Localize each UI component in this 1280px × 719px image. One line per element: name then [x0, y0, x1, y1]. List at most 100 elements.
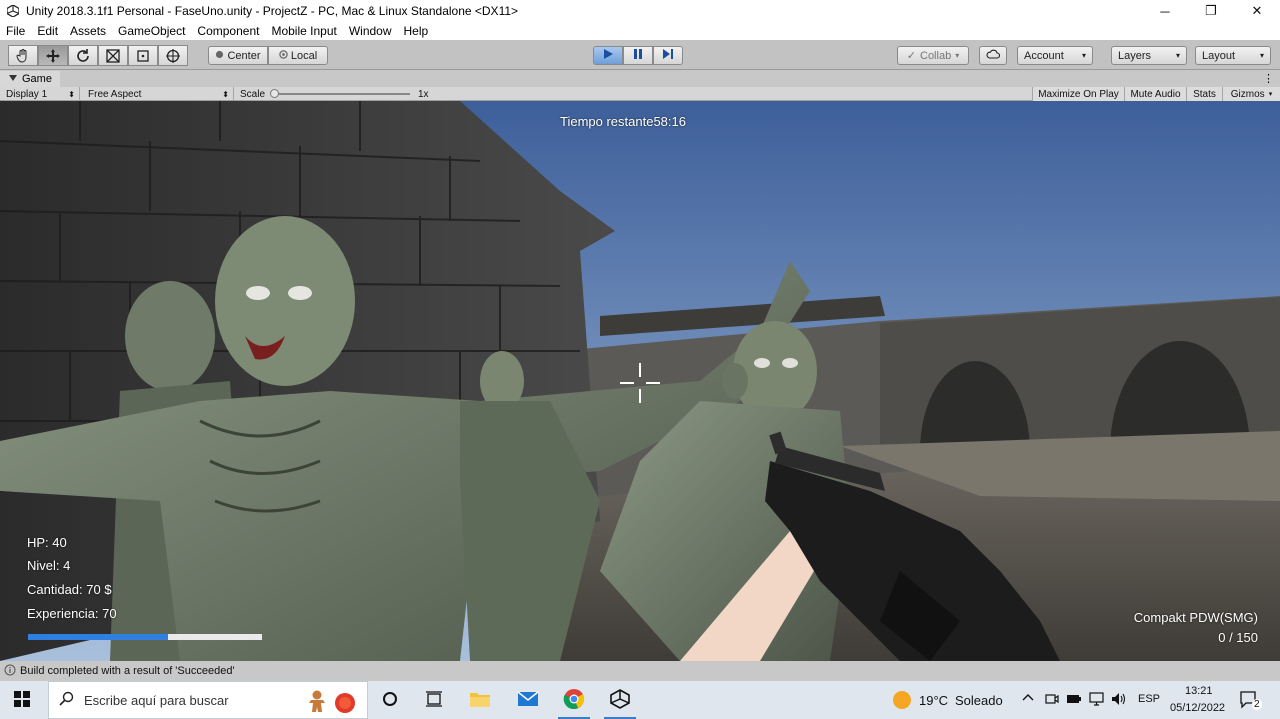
start-button[interactable] — [0, 681, 44, 719]
tab-game[interactable]: Game — [0, 71, 60, 87]
rotate-tool-icon[interactable] — [68, 45, 98, 66]
display-label: Display 1 — [6, 88, 48, 100]
pivot-center-button[interactable]: Center — [208, 46, 268, 65]
status-message: Build completed with a result of 'Succee… — [20, 665, 235, 677]
taskbar-file-explorer[interactable] — [458, 681, 502, 719]
collab-check-icon: ✓ — [906, 50, 916, 62]
info-icon — [4, 664, 16, 679]
pivot-local-icon — [279, 49, 288, 62]
menu-bar: File Edit Assets GameObject Component Mo… — [0, 22, 1280, 40]
menu-mobile-input[interactable]: Mobile Input — [265, 24, 342, 38]
scale-slider-handle[interactable] — [270, 89, 279, 98]
network-icon[interactable] — [1089, 692, 1105, 709]
menu-window[interactable]: Window — [343, 24, 398, 38]
cloud-icon — [986, 49, 1001, 62]
move-tool-icon[interactable] — [38, 45, 68, 66]
menu-gameobject[interactable]: GameObject — [112, 24, 191, 38]
windows-taskbar: Escribe aquí para buscar 19°C Soleado ES… — [0, 681, 1280, 719]
taskbar-unity[interactable] — [598, 681, 642, 719]
account-dropdown[interactable]: Account ▾ — [1017, 46, 1093, 65]
chevron-down-icon: ▾ — [1175, 51, 1180, 60]
step-button[interactable] — [653, 46, 683, 65]
battery-icon[interactable] — [1066, 693, 1082, 708]
rect-tool-icon[interactable] — [128, 45, 158, 66]
panel-menu-icon[interactable]: ⋮ — [1263, 72, 1274, 85]
game-panel-tabbar: Game ⋮ — [0, 71, 1280, 87]
taskbar-mail[interactable] — [506, 681, 550, 719]
gizmos-dropdown[interactable]: Gizmos ▾ — [1222, 87, 1280, 101]
account-label: Account — [1024, 49, 1064, 62]
menu-file[interactable]: File — [0, 24, 31, 38]
window-titlebar: Unity 2018.3.1f1 Personal - FaseUno.unit… — [0, 0, 1280, 22]
console-status-bar[interactable]: Build completed with a result of 'Succee… — [0, 661, 1280, 681]
gizmos-label: Gizmos — [1230, 88, 1265, 100]
tab-game-label: Game — [22, 73, 52, 85]
clock-date[interactable]: 05/12/2022 — [1170, 702, 1225, 714]
chevron-down-icon: ▾ — [955, 51, 960, 60]
stats-label: Stats — [1193, 88, 1216, 100]
weather-description[interactable]: Soleado — [955, 693, 1003, 708]
play-button[interactable] — [593, 46, 623, 65]
experience-text: Experiencia: 70 — [27, 606, 117, 621]
pause-button[interactable] — [623, 46, 653, 65]
folder-icon — [469, 690, 491, 711]
menu-edit[interactable]: Edit — [31, 24, 64, 38]
stats-toggle[interactable]: Stats — [1186, 87, 1222, 101]
gingerbread-icon — [305, 689, 329, 716]
transform-tools — [8, 45, 188, 66]
meet-now-icon[interactable] — [1045, 692, 1059, 709]
layers-label: Layers — [1118, 49, 1152, 62]
menu-component[interactable]: Component — [191, 24, 265, 38]
pivot-center-label: Center — [227, 49, 261, 62]
taskbar-chrome[interactable] — [552, 681, 596, 719]
cortana-circle-icon — [382, 691, 398, 710]
close-button[interactable]: ✕ — [1234, 0, 1280, 22]
cortana-button[interactable] — [368, 681, 412, 719]
scale-tool-icon[interactable] — [98, 45, 128, 66]
collab-dropdown[interactable]: ✓ Collab ▾ — [897, 46, 969, 65]
pause-icon — [632, 48, 644, 63]
scale-slider-track[interactable] — [272, 93, 410, 95]
editor-toolbar: Center Local ✓ Collab ▾ Account ▾ Layers… — [0, 40, 1280, 70]
layout-label: Layout — [1202, 49, 1236, 62]
menu-help[interactable]: Help — [398, 24, 435, 38]
xp-bar-fill — [28, 634, 169, 640]
chevron-down-icon: ▾ — [1081, 51, 1086, 60]
taskbar-search-box[interactable]: Escribe aquí para buscar — [48, 681, 368, 719]
layout-dropdown[interactable]: Layout ▾ — [1195, 46, 1271, 65]
clock-time[interactable]: 13:21 — [1185, 685, 1213, 697]
cloud-button[interactable] — [979, 46, 1007, 65]
updown-icon: ⬍ — [68, 89, 75, 99]
unity-logo-icon — [610, 688, 630, 712]
chevron-down-icon: ▾ — [1268, 91, 1273, 98]
maximize-button[interactable]: ❐ — [1188, 0, 1234, 22]
aspect-dropdown[interactable]: Free Aspect ⬍ — [82, 87, 234, 101]
weather-temperature[interactable]: 19°C — [919, 693, 948, 708]
chevron-up-icon[interactable] — [1022, 692, 1034, 707]
display-dropdown[interactable]: Display 1 ⬍ — [0, 87, 80, 101]
game-viewport[interactable]: Tiempo restante58:16 HP: 40 Nivel: 4 Can… — [0, 101, 1280, 661]
collab-label: Collab — [920, 49, 952, 62]
game-view-toolbar: Display 1 ⬍ Free Aspect ⬍ Scale 1x Maxim… — [0, 87, 1280, 101]
layers-dropdown[interactable]: Layers ▾ — [1111, 46, 1187, 65]
updown-icon: ⬍ — [222, 89, 229, 99]
minimize-button[interactable]: ─ — [1142, 0, 1188, 22]
search-icon — [59, 691, 74, 709]
play-icon — [602, 48, 614, 63]
mail-icon — [517, 690, 539, 710]
scale-control: Scale 1x — [234, 87, 434, 101]
pivot-local-button[interactable]: Local — [268, 46, 328, 65]
input-language[interactable]: ESP — [1138, 693, 1160, 705]
task-view-icon — [425, 690, 443, 710]
mute-audio-toggle[interactable]: Mute Audio — [1124, 87, 1186, 101]
hp-text: HP: 40 — [27, 535, 67, 550]
window-title: Unity 2018.3.1f1 Personal - FaseUno.unit… — [26, 4, 519, 18]
maximize-on-play-toggle[interactable]: Maximize On Play — [1032, 87, 1124, 101]
hand-tool-icon[interactable] — [8, 45, 38, 66]
scale-value: 1x — [418, 88, 429, 100]
menu-assets[interactable]: Assets — [64, 24, 112, 38]
chrome-icon — [563, 688, 585, 713]
transform-tool-icon[interactable] — [158, 45, 188, 66]
volume-icon[interactable] — [1111, 692, 1127, 709]
task-view-button[interactable] — [412, 681, 456, 719]
